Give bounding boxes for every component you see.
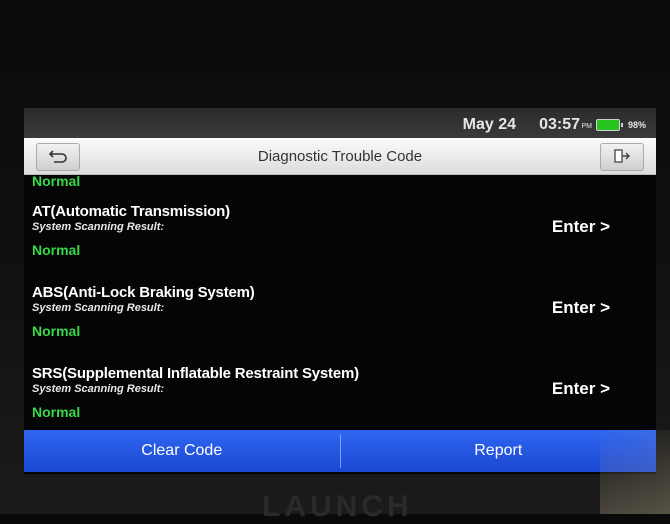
- status-time: 03:57: [539, 116, 580, 133]
- exit-button[interactable]: [600, 143, 644, 171]
- brand-logo: LAUNCH: [262, 490, 413, 523]
- system-name: AT(Automatic Transmission): [32, 203, 230, 220]
- title-bar: Diagnostic Trouble Code: [24, 138, 656, 175]
- system-result-partial: Normal: [32, 174, 81, 189]
- enter-button[interactable]: Enter >: [552, 379, 610, 399]
- system-name: SRS(Supplemental Inflatable Restraint Sy…: [32, 365, 359, 382]
- status-date: May 24: [462, 116, 516, 133]
- system-name: ABS(Anti-Lock Braking System): [32, 284, 255, 301]
- scan-result-label: System Scanning Result:: [32, 302, 165, 314]
- status-ampm: PM: [581, 123, 593, 130]
- scan-result-label: System Scanning Result:: [32, 221, 165, 233]
- scan-result-value: Normal: [32, 323, 81, 339]
- status-bar: May 24 03:57 PM 98%: [24, 108, 656, 138]
- battery-percent: 98%: [627, 120, 646, 130]
- exit-icon: [614, 149, 630, 163]
- background-glare: [600, 430, 670, 514]
- system-list[interactable]: Normal AT(Automatic Transmission) System…: [24, 174, 656, 430]
- device-screen: May 24 03:57 PM 98% Diagnostic Trouble C…: [24, 108, 656, 474]
- clear-code-button[interactable]: Clear Code: [24, 430, 340, 472]
- enter-button[interactable]: Enter >: [552, 298, 610, 318]
- battery-icon: [596, 119, 623, 131]
- scan-result-label: System Scanning Result:: [32, 383, 165, 395]
- scan-result-value: Normal: [32, 404, 81, 420]
- bottom-action-bar: Clear Code Report: [24, 430, 656, 472]
- enter-button[interactable]: Enter >: [552, 217, 610, 237]
- scan-result-value: Normal: [32, 242, 81, 258]
- page-title: Diagnostic Trouble Code: [257, 148, 423, 165]
